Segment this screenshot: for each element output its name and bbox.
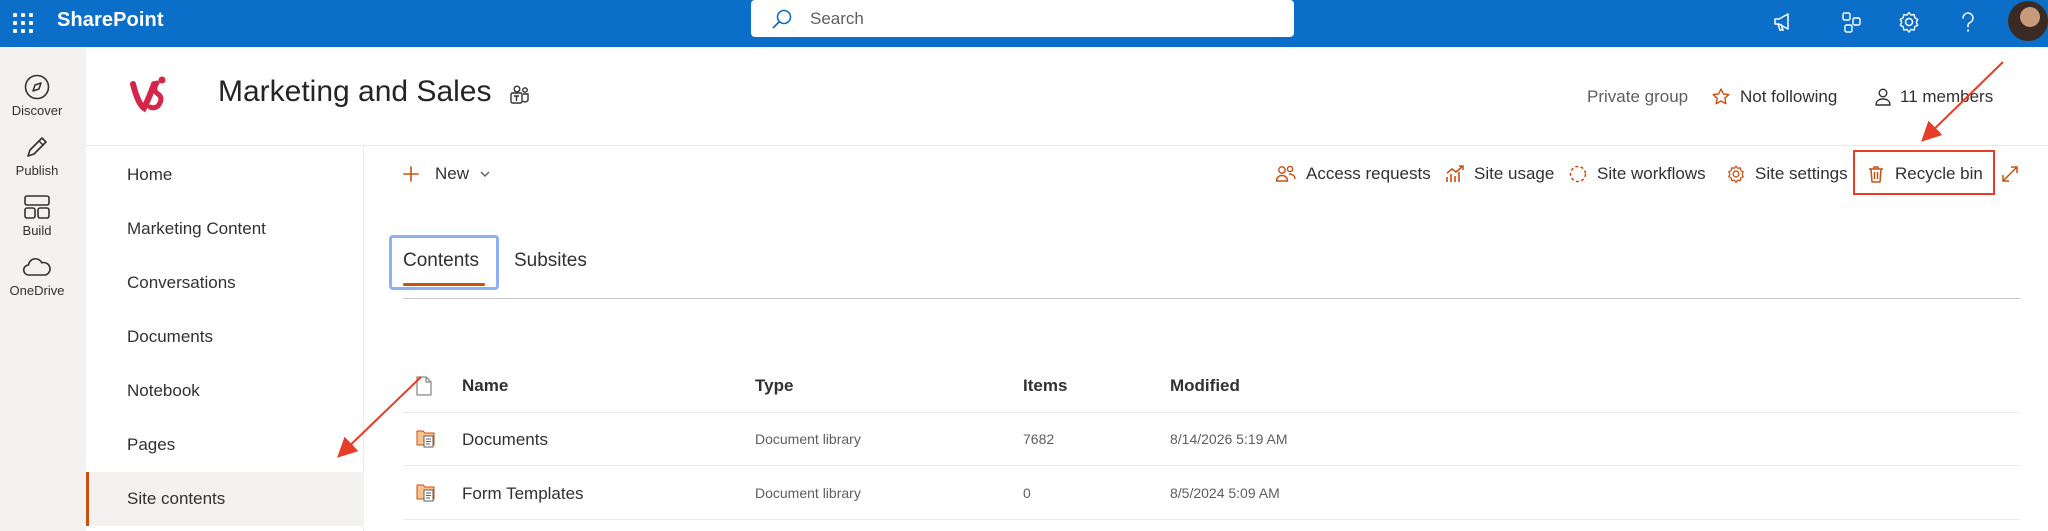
teams-icon[interactable] [509,85,531,105]
layout-icon [24,195,50,219]
rail-label: Discover [11,103,63,118]
nav-item-marketing-content[interactable]: Marketing Content [86,202,364,256]
nav-item-home[interactable]: Home [86,148,364,202]
tab-divider [403,298,2020,299]
rail-label: Build [22,223,52,238]
search-placeholder: Search [810,9,864,28]
nav-item-documents[interactable]: Documents [86,310,364,364]
table-row[interactable]: Documents Document library 7682 8/14/202… [403,413,2020,466]
column-header-type[interactable]: Type [755,358,793,413]
rail-label: OneDrive [9,283,65,298]
tab-contents[interactable]: Contents [403,250,479,272]
chart-trend-icon [1446,165,1464,182]
tab-subsites[interactable]: Subsites [514,250,587,272]
row-name[interactable]: Form Templates [462,467,584,520]
nav-item-conversations[interactable]: Conversations [86,256,364,310]
avatar[interactable] [2008,1,2048,41]
rail-item-onedrive[interactable]: OneDrive [0,253,74,298]
active-tab-indicator [403,283,485,286]
row-modified: 8/14/2026 5:19 AM [1170,431,1288,447]
row-items: 7682 [1023,431,1055,447]
column-header-modified[interactable]: Modified [1170,358,1240,413]
site-settings-button[interactable]: Site settings [1726,162,1848,186]
site-usage-label: Site usage [1474,164,1555,183]
gear-icon [1728,165,1744,184]
follow-button[interactable]: Not following [1711,87,1837,107]
gear-icon[interactable] [1893,6,1925,38]
site-logo[interactable] [130,74,176,114]
help-icon[interactable] [1952,6,1984,38]
follow-label: Not following [1740,87,1838,106]
app-name[interactable]: SharePoint [57,9,164,32]
members-button[interactable]: 11 members [1874,87,1993,107]
chevron-down-icon [480,171,490,177]
row-name[interactable]: Documents [462,413,548,466]
table-header: Name Type Items Modified [403,358,2020,413]
new-button[interactable]: New [402,162,500,186]
pen-icon [27,137,47,157]
library-icon [416,430,435,448]
app-launcher-icon[interactable] [8,8,38,38]
search-box[interactable]: Search [751,0,1294,37]
row-type: Document library [755,431,861,447]
megaphone-icon[interactable] [1768,6,1800,38]
site-header: Marketing and Sales Private group Not fo… [86,47,2048,146]
rail-item-discover[interactable]: Discover [0,73,74,118]
site-title: Marketing and Sales [218,75,492,108]
row-items: 0 [1023,485,1031,501]
site-workflows-label: Site workflows [1597,164,1706,183]
nav-item-site-contents[interactable]: Site contents [86,472,364,526]
rail-item-publish[interactable]: Publish [0,133,74,178]
site-usage-button[interactable]: Site usage [1445,162,1554,186]
expand-button[interactable] [2000,162,2029,186]
recycle-bin-button[interactable]: Recycle bin [1866,162,1983,186]
new-label: New [435,164,470,183]
members-label: 11 members [1900,87,1994,106]
site-workflows-button[interactable]: Site workflows [1568,162,1706,186]
people-icon [1275,165,1296,182]
recycle-bin-label: Recycle bin [1895,164,1983,183]
trash-icon [1869,166,1883,183]
library-icon [416,484,435,502]
privacy-label: Private group [1587,87,1689,106]
file-type-icon[interactable] [415,375,433,397]
row-modified: 8/5/2024 5:09 AM [1170,485,1280,501]
rail-item-build[interactable]: Build [0,193,74,238]
workflow-icon [1569,165,1587,183]
row-type: Document library [755,485,861,501]
plus-icon [403,166,419,182]
person-icon [1875,88,1891,106]
nav-item-notebook[interactable]: Notebook [86,364,364,418]
suite-bar: SharePoint Search [0,0,2048,47]
nav-item-pages[interactable]: Pages [86,418,364,472]
site-settings-label: Site settings [1755,164,1848,183]
column-header-items[interactable]: Items [1023,358,1067,413]
search-icon [772,9,792,29]
access-requests-label: Access requests [1306,164,1431,183]
column-header-name[interactable]: Name [462,358,508,413]
app-rail: Discover Publish Build OneDrive [0,47,86,531]
expand-icon [2002,166,2018,182]
table-row[interactable]: Form Templates Document library 0 8/5/20… [403,467,2020,520]
cloud-icon [22,257,51,276]
site-navigation: Home Marketing Content Conversations Doc… [86,146,364,531]
compass-icon [24,74,50,100]
rail-label: Publish [15,163,59,178]
connected-nodes-icon[interactable] [1835,6,1867,38]
access-requests-button[interactable]: Access requests [1275,162,1431,186]
star-icon [1712,88,1730,105]
